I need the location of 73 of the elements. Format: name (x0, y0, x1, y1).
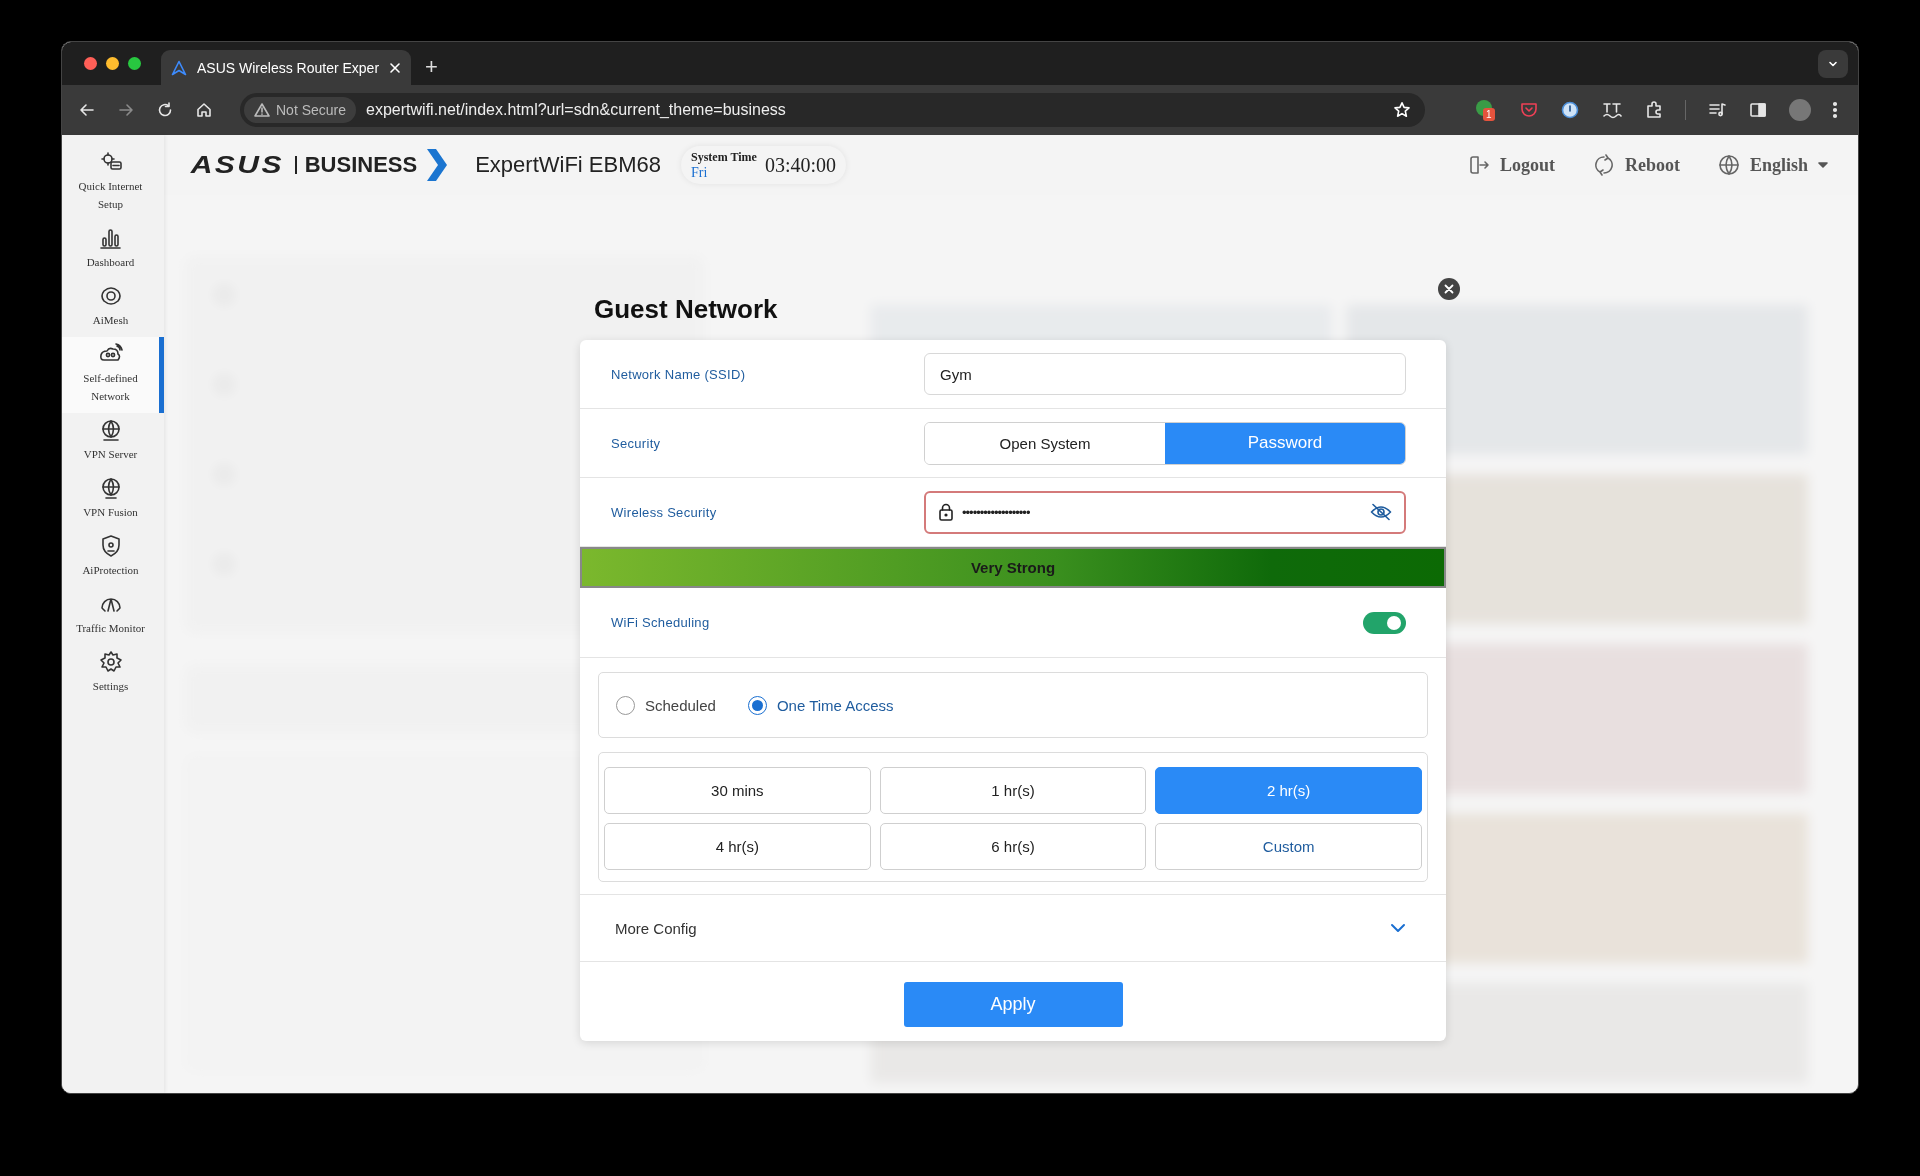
address-bar[interactable]: Not Secure expertwifi.net/index.html?url=sdn&current_theme=business (240, 93, 1425, 127)
field-label: WiFi Scheduling (611, 615, 710, 630)
close-button[interactable] (1438, 278, 1460, 300)
sidebar-item[interactable]: Traffic Monitor (62, 587, 164, 645)
duration-button[interactable]: 6 hr(s) (879, 823, 1147, 870)
strength-label: Very Strong (970, 559, 1056, 576)
star-icon[interactable] (1393, 101, 1411, 119)
close-icon (1444, 284, 1454, 294)
new-tab-button[interactable]: + (425, 55, 438, 79)
bar-chart-icon (98, 226, 123, 250)
extension-icon[interactable] (1601, 100, 1623, 120)
lock-icon (938, 503, 954, 521)
logout-button[interactable]: Logout (1467, 154, 1555, 176)
ssid-input-field[interactable]: Gym (924, 353, 1406, 395)
reload-icon[interactable] (156, 101, 174, 119)
sidebar-item[interactable]: AiMesh (62, 279, 164, 337)
duration-button[interactable]: Custom (1155, 823, 1422, 870)
url-text: expertwifi.net/index.html?url=sdn&current_theme=business (366, 101, 786, 119)
radio-option[interactable]: Scheduled (616, 695, 716, 715)
logout-icon (1467, 154, 1490, 176)
sidebar-item[interactable]: VPN Fusion (62, 471, 164, 529)
warning-icon (254, 103, 270, 117)
reboot-button[interactable]: Reboot (1592, 154, 1680, 176)
window-control-icon[interactable] (128, 57, 141, 70)
system-time-label: System Time (691, 150, 757, 165)
sidebar-item[interactable]: Quick Internet Setup (62, 145, 164, 221)
toggle-switch[interactable] (1363, 611, 1406, 634)
field-label: Security (611, 435, 661, 451)
sidebar-item[interactable]: Self-defined Network (62, 337, 164, 413)
extension-icon[interactable] (1560, 100, 1580, 120)
clock-time: 03:40:00 (764, 153, 836, 177)
caret-icon (1818, 162, 1828, 168)
field-label: Wireless Security (611, 504, 717, 520)
forward-arrow-icon[interactable] (117, 101, 135, 119)
security-chip[interactable]: Not Secure (244, 97, 357, 123)
close-icon[interactable] (389, 61, 402, 74)
language-dropdown[interactable]: English (1717, 154, 1828, 176)
duration-button[interactable]: 30 mins (604, 767, 871, 814)
sidebar-item[interactable]: AiProtection (62, 529, 164, 587)
duration-button[interactable]: 4 hr(s) (604, 823, 871, 870)
home-icon[interactable] (195, 101, 213, 119)
side-panel-icon[interactable] (1748, 100, 1768, 120)
radio-option[interactable]: One Time Access (747, 695, 894, 715)
chevron-logo-icon (425, 148, 450, 182)
security-chip-text: Not Secure (276, 102, 347, 118)
profile-avatar[interactable] (1789, 99, 1811, 121)
duration-button[interactable]: 1 hr(s) (879, 767, 1147, 814)
triangle-logo-icon (171, 59, 187, 76)
window-control-icon[interactable] (84, 57, 97, 70)
weekday-text: Fri (691, 165, 709, 180)
notification-badge: 1 (1483, 108, 1495, 121)
password-field[interactable]: ••••••••••••••••••• (924, 490, 1406, 534)
globe-icon (1717, 154, 1740, 176)
logo-text: ASUS (190, 151, 284, 179)
browser-tab[interactable]: ASUS Wireless Router Exper (161, 50, 412, 85)
sidebar-item[interactable]: VPN Server (62, 413, 164, 471)
sidebar-item[interactable]: Settings (62, 645, 164, 703)
brand-text: BUSINESS (304, 152, 418, 178)
eye-slash-icon[interactable] (1370, 503, 1392, 521)
dialog-title: Guest Network (594, 293, 778, 325)
more-menu-icon[interactable] (1832, 101, 1838, 119)
pocket-icon[interactable] (1519, 100, 1539, 120)
chevron-down-icon (1390, 923, 1406, 933)
more-config-row[interactable]: More Config (580, 894, 1446, 962)
refresh-icon (1592, 154, 1615, 176)
password-text: ••••••••••••••••••• (962, 504, 1030, 520)
window-control-icon[interactable] (106, 57, 119, 70)
model-name: ExpertWiFi EBM68 (475, 152, 661, 178)
tab-title: ASUS Wireless Router Exper (197, 59, 380, 76)
back-arrow-icon[interactable] (78, 101, 96, 119)
puzzle-icon[interactable] (1644, 100, 1664, 120)
sidebar-item[interactable]: Dashboard (62, 221, 164, 279)
field-label: Network Name (SSID) (611, 366, 746, 382)
